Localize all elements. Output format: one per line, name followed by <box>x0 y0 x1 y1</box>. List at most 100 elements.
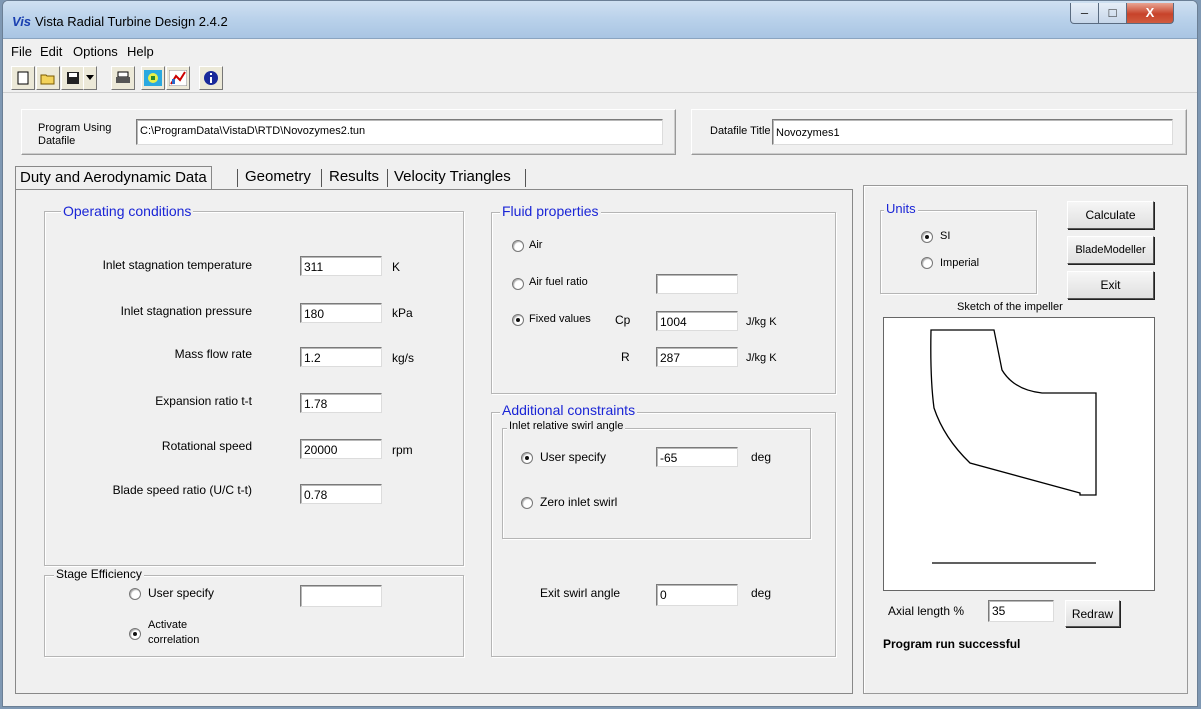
rotational-speed-field[interactable]: 20000 <box>300 439 382 459</box>
info-icon <box>204 71 218 85</box>
chart-icon <box>169 70 187 86</box>
units-group <box>880 210 1037 294</box>
tab-geometry[interactable]: Geometry <box>241 166 315 190</box>
tab-duty-aerodynamic[interactable]: Duty and Aerodynamic Data <box>15 166 212 190</box>
datafile-title-field[interactable]: Novozymes1 <box>772 119 1173 145</box>
menu-help[interactable]: Help <box>127 44 154 59</box>
app-window: Vis Vista Radial Turbine Design 2.4.2 – … <box>2 0 1198 707</box>
save-button[interactable] <box>61 66 85 90</box>
mass-flow-unit: kg/s <box>392 351 415 365</box>
inlet-swirl-subgroup-title: Inlet relative swirl angle <box>507 420 626 432</box>
fluid-fixed-values-label: Fixed values <box>529 313 591 325</box>
menu-edit[interactable]: Edit <box>40 44 62 59</box>
calculate-icon <box>144 70 162 86</box>
tab-velocity-triangles[interactable]: Velocity Triangles <box>390 166 515 190</box>
program-path-field[interactable]: C:\ProgramData\VistaD\RTD\Novozymes2.tun <box>136 119 663 145</box>
efficiency-value-field[interactable] <box>300 585 382 607</box>
exit-swirl-field[interactable]: 0 <box>656 584 738 606</box>
save-dropdown[interactable] <box>83 66 97 90</box>
blade-speed-ratio-label: Blade speed ratio (U/C t-t) <box>112 483 252 497</box>
exit-swirl-unit: deg <box>751 586 772 600</box>
efficiency-user-specify-label: User specify <box>148 586 215 600</box>
operating-conditions-title: Operating conditions <box>61 203 194 219</box>
rotational-speed-unit: rpm <box>392 443 413 457</box>
rotational-speed-label: Rotational speed <box>161 439 252 453</box>
about-button[interactable] <box>199 66 223 90</box>
new-file-button[interactable] <box>11 66 35 90</box>
impeller-sketch-canvas <box>883 317 1155 591</box>
blade-speed-ratio-field[interactable]: 0.78 <box>300 484 382 504</box>
sketch-title: Sketch of the impeller <box>957 301 1063 313</box>
calculate-tool-button[interactable] <box>141 66 165 90</box>
fluid-air-label: Air <box>529 239 543 251</box>
inlet-pressure-label: Inlet stagnation pressure <box>120 304 252 318</box>
program-datafile-panel: Program Using Datafile C:\ProgramData\Vi… <box>21 109 676 155</box>
fluid-properties-title: Fluid properties <box>500 203 601 219</box>
status-message: Program run successful <box>883 637 1021 651</box>
inlet-temperature-field[interactable]: 311 <box>300 256 382 276</box>
units-imperial-radio[interactable] <box>921 257 933 269</box>
window-title: Vista Radial Turbine Design 2.4.2 <box>35 14 228 29</box>
redraw-button[interactable]: Redraw <box>1065 600 1120 627</box>
units-si-radio[interactable] <box>921 231 933 243</box>
swirl-angle-unit: deg <box>751 450 772 464</box>
close-button[interactable]: X <box>1126 3 1174 24</box>
toolbar <box>3 63 1197 93</box>
expansion-ratio-label: Expansion ratio t-t <box>155 394 252 408</box>
calculate-button[interactable]: Calculate <box>1067 201 1154 229</box>
swirl-user-specify-radio[interactable] <box>521 452 533 464</box>
maximize-button[interactable]: □ <box>1098 3 1127 24</box>
activate-correlation-radio[interactable] <box>129 628 141 640</box>
program-using-label: Program Using <box>38 122 112 134</box>
chart-tool-button[interactable] <box>166 66 190 90</box>
tab-results[interactable]: Results <box>325 166 383 190</box>
app-logo: Vis <box>12 14 32 29</box>
open-button[interactable] <box>36 66 60 90</box>
inlet-swirl-subgroup <box>502 428 811 539</box>
fluid-air-fuel-radio[interactable] <box>512 278 524 290</box>
exit-button[interactable]: Exit <box>1067 271 1154 299</box>
exit-swirl-label: Exit swirl angle <box>540 586 621 600</box>
stage-efficiency-group <box>44 575 464 657</box>
mass-flow-field[interactable]: 1.2 <box>300 347 382 367</box>
tab-separator <box>387 169 388 187</box>
efficiency-user-specify-radio[interactable] <box>129 588 141 600</box>
swirl-angle-field[interactable]: -65 <box>656 447 738 467</box>
air-fuel-ratio-field[interactable] <box>656 274 738 294</box>
right-panel: Units SI Imperial Calculate BladeModelle… <box>863 185 1188 694</box>
additional-constraints-title: Additional constraints <box>500 402 638 418</box>
save-disk-icon <box>67 72 79 84</box>
inlet-pressure-field[interactable]: 180 <box>300 303 382 323</box>
tab-separator <box>321 169 322 187</box>
r-field[interactable]: 287 <box>656 347 738 367</box>
inlet-pressure-unit: kPa <box>392 306 413 320</box>
tab-separator <box>237 169 238 187</box>
zero-inlet-swirl-radio[interactable] <box>521 497 533 509</box>
menu-options[interactable]: Options <box>73 44 118 59</box>
print-icon <box>116 71 130 83</box>
open-folder-icon <box>40 74 55 85</box>
cp-field[interactable]: 1004 <box>656 311 738 331</box>
minimize-button[interactable]: – <box>1070 3 1099 24</box>
menu-bar: File Edit Options Help <box>3 40 1197 62</box>
r-label: R <box>621 350 630 364</box>
units-si-label: SI <box>940 230 951 242</box>
blademodeller-button[interactable]: BladeModeller <box>1067 236 1154 264</box>
title-bar: Vis Vista Radial Turbine Design 2.4.2 – … <box>3 1 1197 39</box>
tab-page: Operating conditions Inlet stagnation te… <box>15 189 853 694</box>
axial-length-field[interactable]: 35 <box>988 600 1054 622</box>
expansion-ratio-field[interactable]: 1.78 <box>300 393 382 413</box>
menu-file[interactable]: File <box>11 44 32 59</box>
axial-length-label: Axial length % <box>888 604 965 618</box>
impeller-sketch <box>930 329 1097 564</box>
stage-efficiency-title: Stage Efficiency <box>54 567 144 581</box>
inlet-temperature-label: Inlet stagnation temperature <box>102 258 252 272</box>
fluid-air-radio[interactable] <box>512 240 524 252</box>
fluid-air-fuel-label: Air fuel ratio <box>529 276 588 288</box>
fluid-fixed-values-radio[interactable] <box>512 314 524 326</box>
print-button[interactable] <box>111 66 135 90</box>
tab-separator <box>525 169 526 187</box>
mass-flow-label: Mass flow rate <box>174 347 252 361</box>
new-file-icon <box>17 71 29 85</box>
datafile-title-panel: Datafile Title Novozymes1 <box>691 109 1187 155</box>
